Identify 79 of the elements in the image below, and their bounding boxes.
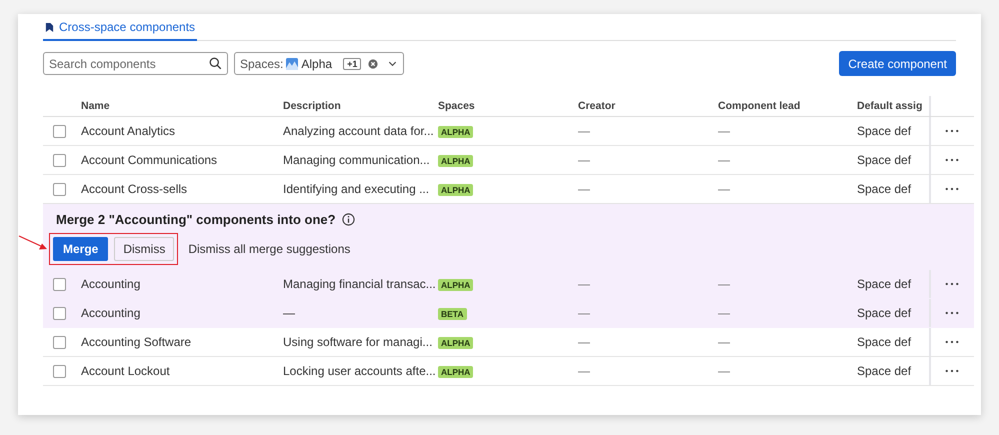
- description-cell-text: Identifying and executing ...: [283, 182, 430, 196]
- assignee-cell-text: Space def: [857, 182, 912, 196]
- bookmark-icon: [45, 22, 54, 32]
- space-tag: ALPHA: [438, 279, 474, 291]
- description-cell-text: Using software for managi...: [283, 335, 434, 349]
- creator-cell-text: —: [578, 306, 591, 320]
- description-cell-text: Managing communication...: [283, 153, 431, 167]
- row-checkbox[interactable]: [53, 336, 66, 348]
- creator-cell-text: —: [578, 182, 591, 196]
- filter-value: Alpha: [301, 56, 332, 70]
- lead-cell-text: —: [718, 182, 731, 196]
- name-cell-text: Account Cross-sells: [81, 182, 188, 196]
- lead-cell-text: —: [718, 306, 731, 320]
- creator-cell-text: —: [578, 277, 591, 291]
- assignee-cell-text: Space def: [857, 277, 912, 291]
- space-tag: BETA: [438, 308, 467, 320]
- assignee-cell-text: Space def: [857, 335, 912, 349]
- assignee-cell-text: Space def: [857, 306, 912, 320]
- creator-cell-text: —: [578, 364, 591, 378]
- info-icon[interactable]: [342, 213, 355, 226]
- row-checkbox[interactable]: [53, 364, 66, 378]
- name-cell-text: Accounting Software: [81, 335, 192, 349]
- merge-button[interactable]: Merge: [53, 237, 108, 261]
- merge-question: Merge 2 "Accounting" components into one?: [56, 212, 336, 227]
- count-badge: +1: [343, 58, 362, 70]
- more-icon[interactable]: [945, 158, 959, 162]
- components-tab[interactable]: Cross-space components: [43, 20, 198, 41]
- name-cell-text: Accounting: [81, 277, 142, 291]
- column-header: Creator: [578, 100, 616, 112]
- clear-icon[interactable]: [368, 58, 378, 68]
- assignee-cell-text: Space def: [857, 124, 912, 138]
- create-component-button[interactable]: Create component: [839, 51, 956, 76]
- lead-cell-text: —: [718, 335, 731, 349]
- column-header: Default assig: [857, 100, 924, 112]
- more-icon[interactable]: [945, 369, 959, 373]
- more-icon[interactable]: [945, 282, 959, 286]
- annotation-arrow: [18, 235, 48, 251]
- lead-cell-text: —: [718, 277, 731, 291]
- filter-label: Spaces:: [240, 56, 284, 70]
- more-icon[interactable]: [945, 340, 959, 344]
- description-cell-text: Managing financial transac...: [283, 277, 437, 291]
- space-avatar-icon: [286, 58, 298, 70]
- description-cell-text: Analyzing account data for...: [283, 124, 435, 138]
- creator-cell-text: —: [578, 335, 591, 349]
- space-tag: ALPHA: [438, 366, 474, 378]
- lead-cell-text: —: [718, 153, 731, 167]
- row-checkbox[interactable]: [53, 154, 66, 166]
- row-checkbox[interactable]: [53, 182, 66, 196]
- description-cell-text: Locking user accounts afte...: [283, 364, 437, 378]
- more-icon[interactable]: [945, 187, 959, 191]
- name-cell-text: Account Lockout: [81, 364, 171, 378]
- space-tag: ALPHA: [438, 184, 474, 196]
- space-tag: ALPHA: [438, 155, 474, 167]
- space-tag: ALPHA: [438, 337, 474, 349]
- name-cell-text: Account Communications: [81, 153, 218, 167]
- more-icon[interactable]: [945, 129, 959, 133]
- lead-cell-text: —: [718, 124, 731, 138]
- row-checkbox[interactable]: [53, 124, 66, 138]
- creator-cell-text: —: [578, 153, 591, 167]
- description-cell-text: —: [283, 306, 296, 320]
- creator-cell-text: —: [578, 124, 591, 138]
- column-header: Description: [283, 100, 342, 112]
- column-header: Name: [81, 100, 111, 112]
- column-header: Component lead: [718, 100, 802, 112]
- more-icon[interactable]: [945, 311, 959, 315]
- row-checkbox[interactable]: [53, 306, 66, 320]
- name-cell-text: Account Analytics: [81, 124, 176, 138]
- column-header: Spaces: [438, 100, 476, 112]
- assignee-cell-text: Space def: [857, 153, 912, 167]
- search-icon: [209, 57, 222, 70]
- name-cell-text: Accounting: [81, 306, 142, 320]
- row-checkbox[interactable]: [53, 278, 66, 290]
- space-tag: ALPHA: [438, 126, 474, 138]
- search-field[interactable]: Search components: [43, 52, 228, 75]
- dismiss-button[interactable]: Dismiss: [114, 237, 174, 261]
- lead-cell-text: —: [718, 364, 731, 378]
- dismiss-all-link[interactable]: Dismiss all merge suggestions: [188, 242, 350, 256]
- assignee-cell-text: Space def: [857, 364, 912, 378]
- spaces-filter[interactable]: Spaces: Alpha +1: [234, 52, 404, 75]
